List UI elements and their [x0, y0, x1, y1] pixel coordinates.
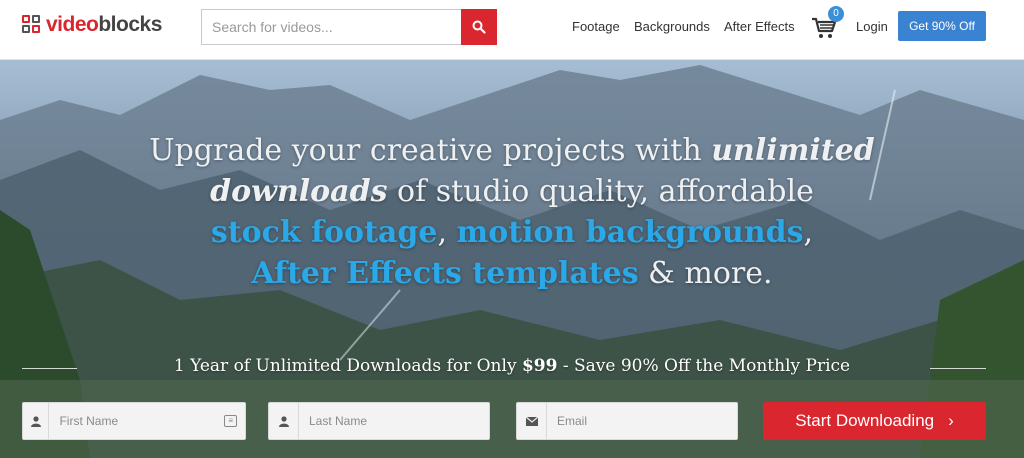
logo-mark-icon	[22, 15, 42, 35]
last-name-input[interactable]	[299, 403, 489, 439]
start-downloading-label: Start Downloading	[795, 411, 935, 430]
search-bar	[201, 9, 497, 45]
nav-footage[interactable]: Footage	[572, 19, 620, 34]
hero-headline: Upgrade your creative projects with unli…	[149, 133, 875, 291]
user-icon	[23, 403, 50, 439]
nav-after-effects[interactable]: After Effects	[724, 19, 795, 34]
nav-backgrounds[interactable]: Backgrounds	[634, 19, 710, 34]
search-input[interactable]	[201, 9, 461, 45]
search-icon	[472, 20, 486, 34]
site-header: videoblocks Footage Backgrounds After Ef…	[0, 0, 1024, 60]
logo-text: videoblocks	[46, 13, 162, 36]
offer-subline: 1 Year of Unlimited Downloads for Only $…	[173, 356, 851, 376]
user-icon	[269, 403, 299, 439]
first-name-field: ≡	[22, 402, 246, 440]
hero-banner: Upgrade your creative projects with unli…	[0, 60, 1024, 458]
contact-card-icon: ≡	[224, 415, 237, 427]
email-field	[516, 402, 738, 440]
cart-count-badge: 0	[828, 6, 844, 22]
last-name-field	[268, 402, 490, 440]
get-discount-button[interactable]: Get 90% Off	[898, 11, 986, 41]
videoblocks-logo[interactable]: videoblocks	[22, 13, 162, 37]
start-downloading-button[interactable]: Start Downloading ›	[763, 402, 986, 440]
envelope-icon	[517, 403, 547, 439]
email-input[interactable]	[547, 403, 737, 439]
chevron-right-icon: ›	[948, 411, 954, 430]
first-name-input[interactable]	[49, 403, 225, 439]
nav-login[interactable]: Login	[856, 19, 888, 34]
cart-button[interactable]: 0	[811, 6, 844, 42]
search-button[interactable]	[461, 9, 497, 45]
divider-right	[930, 368, 986, 369]
